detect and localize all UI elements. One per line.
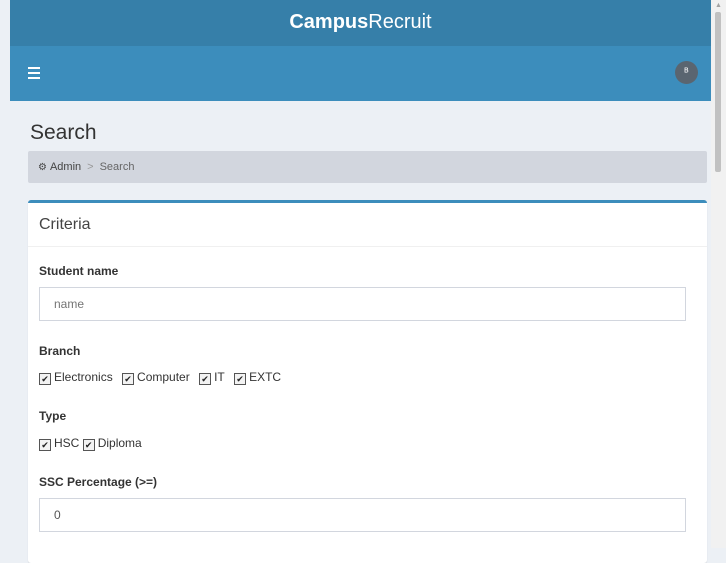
branch-options: ✔ Electronics ✔ Computer ✔ IT ✔ EXTC (39, 370, 287, 385)
type-option-label: HSC (54, 436, 80, 450)
main-content: Search ⚙ Admin > Search Criteria Student na… (10, 101, 711, 563)
checkbox-checked-icon[interactable]: ✔ (39, 439, 51, 451)
branch-option-it[interactable]: ✔ IT (199, 370, 225, 385)
branch-option-electronics[interactable]: ✔ Electronics (39, 370, 113, 385)
checkbox-checked-icon[interactable]: ✔ (199, 373, 212, 385)
user-icon[interactable]: ᴮ (675, 61, 698, 84)
branch-option-extc[interactable]: ✔ EXTC (234, 370, 282, 385)
criteria-box: Criteria Student name Branch ✔Electronic… (28, 200, 707, 563)
checkbox-checked-icon[interactable]: ✔ (82, 439, 95, 451)
breadcrumb-home-label: Admin (49, 161, 82, 173)
criteria-title: Criteria (28, 203, 707, 247)
student-name-input[interactable] (39, 287, 686, 321)
breadcrumb: ⚙ Admin > Search (28, 151, 707, 183)
ssc-percentage-label: SSC Percentage (>=) (39, 475, 158, 489)
type-options: ✔ HSC ✔ Diploma (39, 436, 142, 451)
student-name-label: Student name (39, 264, 119, 278)
brand-bold: Campus (289, 11, 369, 33)
checkbox-checked-icon[interactable]: ✔ (122, 373, 135, 385)
breadcrumb-current: Search (99, 161, 135, 173)
navbar: ᴮ (10, 46, 711, 101)
branch-option-label: EXTC (249, 370, 282, 384)
type-option-diploma[interactable]: ✔ Diploma (82, 436, 142, 451)
avatar-glyph: ᴮ (684, 67, 689, 78)
type-label: Type (39, 409, 67, 423)
scroll-thumb[interactable] (715, 12, 721, 172)
brand-light: Recruit (368, 11, 432, 33)
breadcrumb-home[interactable]: ⚙ Admin > Search (38, 151, 134, 184)
checkbox-checked-icon[interactable]: ✔ (39, 373, 51, 385)
scroll-up-icon[interactable]: ▲ (715, 2, 722, 9)
breadcrumb-separator: > (87, 161, 94, 173)
dashboard-icon: ⚙ (38, 162, 47, 173)
branch-option-computer[interactable]: ✔ Computer (122, 370, 190, 385)
branch-option-label: IT (214, 370, 225, 384)
ssc-percentage-input[interactable] (39, 498, 686, 532)
hamburger-icon[interactable] (28, 67, 40, 79)
page-title: Search (30, 121, 97, 144)
branch-option-label: Computer (137, 370, 190, 384)
type-option-hsc[interactable]: ✔ HSC (39, 436, 80, 451)
app-header: CampusRecruit (10, 0, 711, 46)
branch-option-label: Electronics (54, 370, 113, 384)
type-option-label: Diploma (97, 436, 142, 450)
branch-label: Branch (39, 344, 81, 358)
scrollbar[interactable]: ▲ (711, 0, 726, 548)
checkbox-checked-icon[interactable]: ✔ (234, 373, 247, 385)
